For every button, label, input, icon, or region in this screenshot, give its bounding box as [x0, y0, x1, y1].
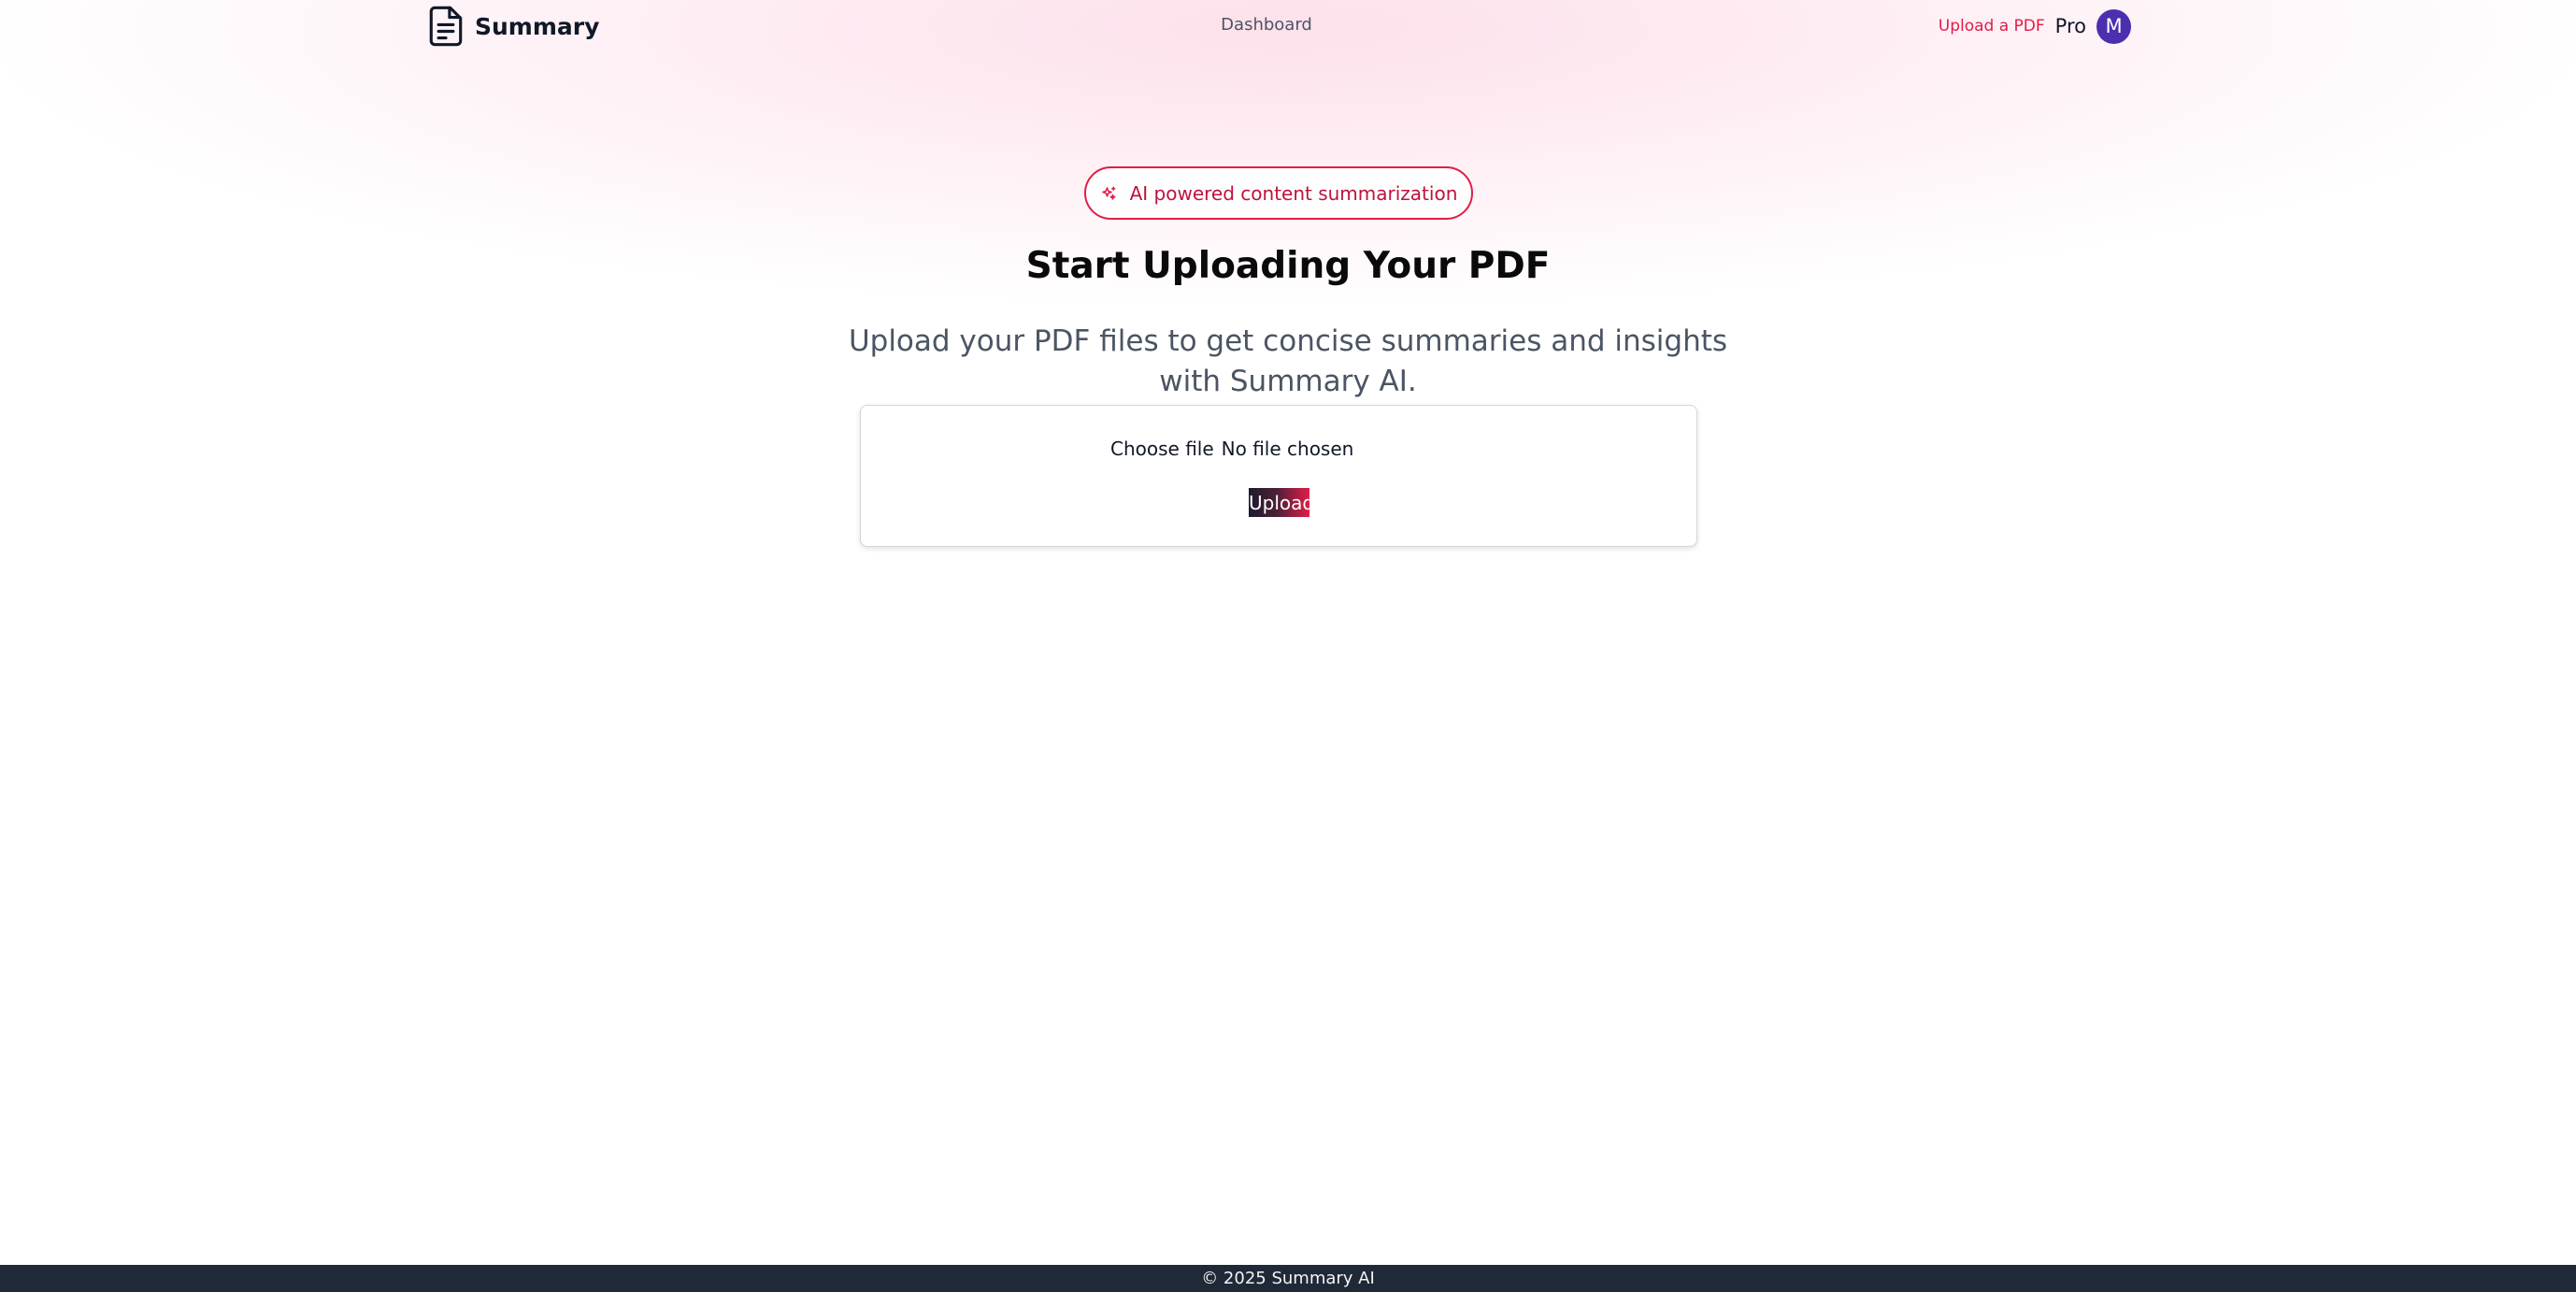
footer: © 2025 Summary AI: [0, 1265, 2576, 1292]
choose-file-button[interactable]: Choose file: [1110, 438, 1214, 460]
top-navbar: Summary Dashboard Upload a PDF Pro M: [0, 0, 2576, 52]
file-input[interactable]: Choose file No file chosen: [1110, 438, 1353, 460]
file-status-text: No file chosen: [1221, 438, 1354, 460]
badge-label: AI powered content summarization: [1129, 181, 1458, 205]
nav-upload-pdf-link[interactable]: Upload a PDF: [1939, 17, 2045, 36]
nav-dashboard-link[interactable]: Dashboard: [1187, 15, 1346, 35]
upload-button[interactable]: Upload: [1249, 488, 1314, 517]
ai-feature-badge: AI powered content summarization: [1084, 166, 1473, 220]
plan-badge: Pro: [2054, 15, 2086, 37]
page-subtitle: Upload your PDF files to get concise sum…: [848, 324, 1728, 398]
sparkles-icon: [1101, 186, 1116, 200]
page: Summary Dashboard Upload a PDF Pro M AI …: [0, 0, 2576, 1292]
nav-right-group: Upload a PDF Pro M: [1939, 8, 2131, 44]
avatar-initial: M: [2105, 15, 2123, 37]
document-icon: [429, 6, 463, 47]
page-title: Start Uploading Your PDF: [1025, 245, 1551, 287]
brand-link[interactable]: Summary: [428, 6, 599, 47]
upload-form: Choose file No file chosen Upload: [860, 405, 1697, 547]
user-avatar[interactable]: M: [2097, 8, 2131, 44]
brand-name: Summary: [475, 12, 600, 40]
footer-copyright: © 2025 Summary AI: [1201, 1269, 1375, 1288]
